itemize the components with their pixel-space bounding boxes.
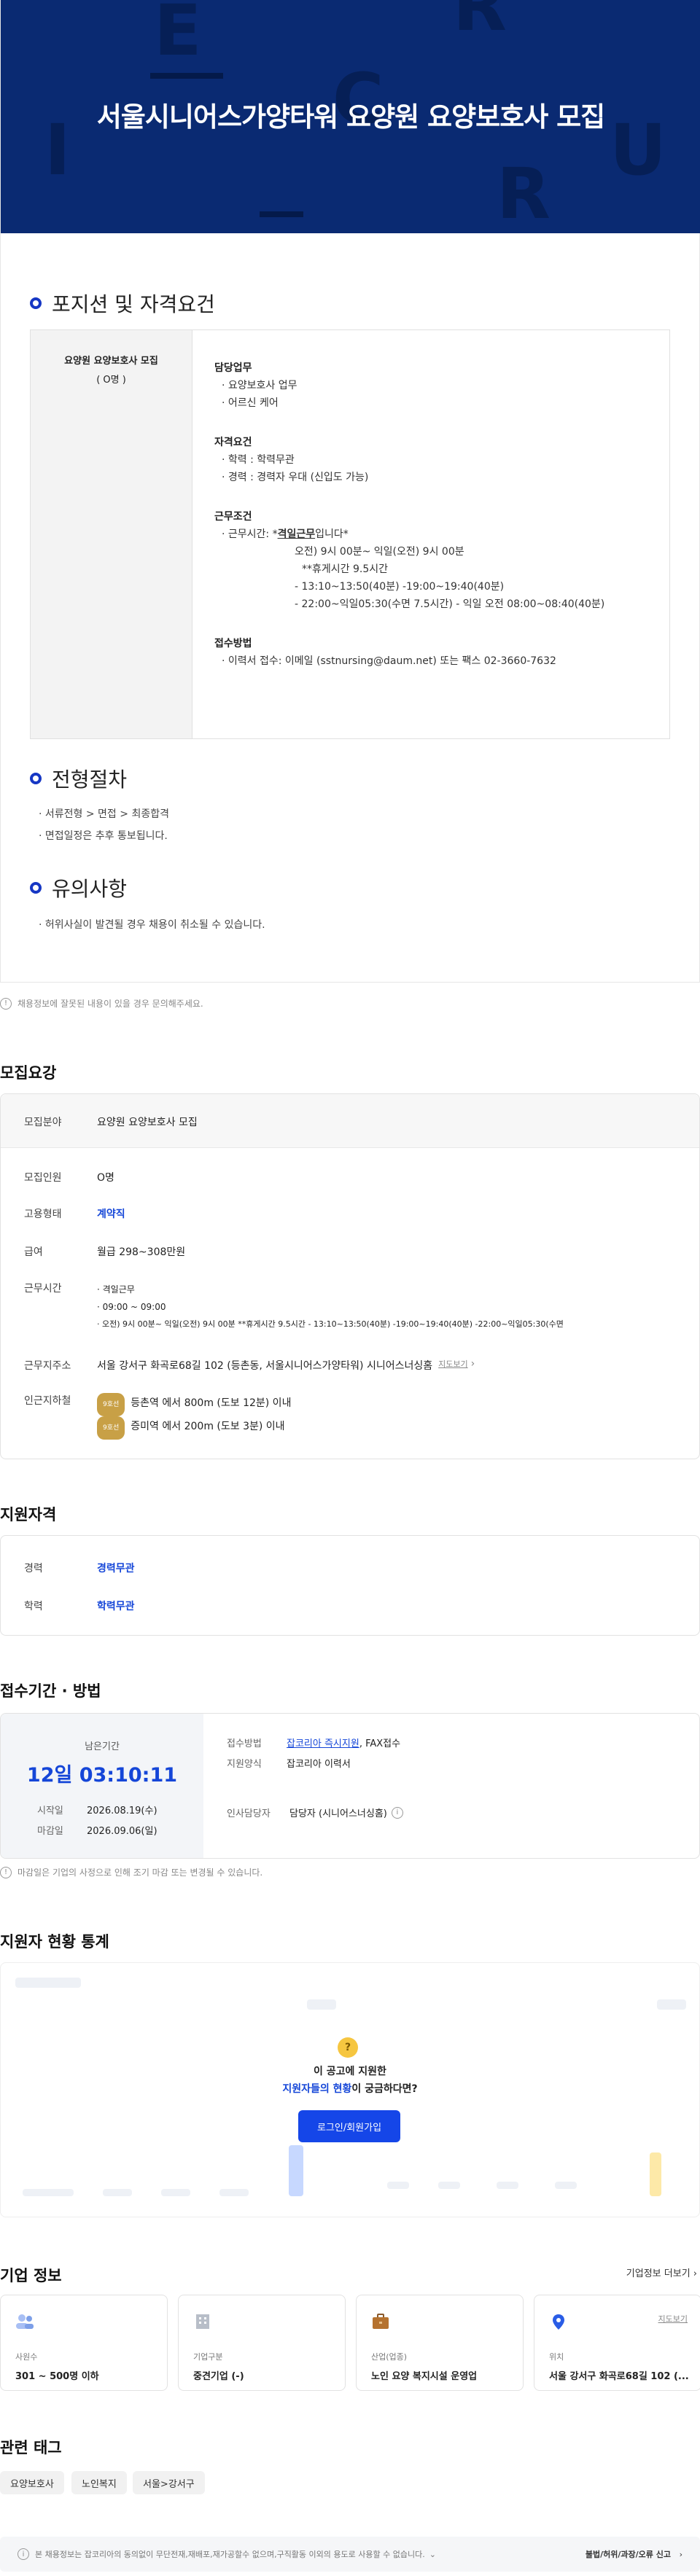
list-item: · 경력 : 경력자 우대 (신입도 가능) [222, 472, 369, 483]
summary-field-row: 모집분야 요양원 요양보호사 모집 [24, 1117, 198, 1128]
list-item: · 요양보호사 업무 [222, 380, 298, 391]
company-card-employees: 사원수 301 ~ 500명 이하 [0, 2295, 168, 2391]
summary-title: 모집요강 [0, 1064, 57, 1082]
apply-now-link[interactable]: 잡코리아 즉시지원 [287, 1738, 359, 1749]
tag-chip[interactable]: 노인복지 [71, 2471, 127, 2494]
tag-chip[interactable]: 서울>강서구 [133, 2471, 205, 2494]
report-button[interactable]: 불법/허위/과장/오류 신고 [586, 2548, 671, 2560]
position-detail-cell: 담당업무 · 요양보호사 업무 · 어르신 케어 자격요건 · 학력 : 학력무… [214, 359, 604, 670]
summary-card: 모집분야 요양원 요양보호사 모집 모집인원 O명 고용형태 계약직 급여 월급 298… [0, 1093, 700, 1459]
tag-chip[interactable]: 요양보호사 [0, 2471, 64, 2494]
banner-deco-letter: E [154, 0, 202, 71]
summary-subway-row: 인근지하철 9호선 등촌역 에서 800m (도보 12분) 이내 9호선 증미역 … [24, 1393, 291, 1440]
map-link[interactable]: 지도보기 [438, 1358, 467, 1373]
education-row: 학력 학력무관 [24, 1601, 135, 1612]
banner-deco-letter: R [497, 153, 551, 233]
banner-deco-bar [150, 73, 223, 79]
list-item: - 13:10~13:50(40분) -19:00~19:40(40분) [295, 581, 505, 593]
banner-deco-letter: R [453, 0, 507, 47]
pin-icon [553, 2314, 564, 2330]
process-list: · 서류전형 > 면접 > 최종합격 · 면접일정은 추후 통보됩니다. [39, 808, 169, 842]
company-card-industry: 산업(업종) 노인 요양 복지시설 운영업 [356, 2295, 524, 2391]
subway-line-badge: 9호선 [97, 1416, 125, 1440]
summary-pay-row: 급여 월급 298~308만원 [24, 1246, 186, 1258]
position-name-cell: 요양원 요양보호사 모집 ( O명 ) [31, 330, 192, 738]
tags-title: 관련 태그 [0, 2439, 62, 2456]
banner-deco-bar [260, 211, 303, 217]
summary-count-row: 모집인원 O명 [24, 1172, 114, 1184]
login-button[interactable]: 로그인/회원가입 [298, 2110, 400, 2142]
building-icon [196, 2314, 209, 2329]
career-row: 경력 경력무관 [24, 1563, 135, 1574]
section-title-caution: 유의사항 [30, 873, 127, 902]
deadline-notice: ! 마감일은 기업의 사정으로 인해 조기 마감 또는 변경될 수 있습니다. [0, 1866, 262, 1878]
caution-list: · 허위사실이 발견될 경우 채용이 취소될 수 있습니다. [39, 919, 265, 931]
copyright-notice: i 본 채용정보는 잡코리아의 동의없이 무단전재,재배포,재가공할수 없으며,… [0, 2537, 700, 2572]
list-item: - 22:00~익일05:30(수면 7.5시간) - 익일 오전 08:00~… [295, 598, 605, 610]
info-icon: ! [0, 1866, 12, 1878]
chevron-right-icon: › [470, 1358, 475, 1370]
deadline-title: 접수기간 · 방법 [0, 1682, 101, 1700]
stats-title: 지원자 현황 통계 [0, 1933, 109, 1951]
info-icon: ! [0, 997, 12, 1010]
company-card-location: 지도보기 위치 서울 강서구 화곡로68길 102 (... [534, 2295, 700, 2391]
summary-time-row: 근무시간 · 격일근무 · 09:00 ~ 09:00 · 오전) 9시 00분… [24, 1283, 564, 1329]
company-title: 기업 정보 [0, 2267, 62, 2284]
map-link[interactable]: 지도보기 [658, 2313, 688, 2325]
list-item: · 학력 : 학력무관 [222, 454, 295, 466]
bullet-ring-icon [30, 882, 42, 894]
deadline-card: 남은기간 12일 03:10:11 시작일 2026.08.19(수) 마감일 … [0, 1713, 700, 1859]
list-item: · 어르신 케어 [222, 397, 279, 409]
section-title-position: 포지션 및 자격요건 [30, 289, 215, 318]
summary-type-row: 고용형태 계약직 [24, 1209, 125, 1220]
stats-card: ? 이 공고에 지원한 지원자들의 현황이 궁금하다면? 로그인/회원가입 [0, 1962, 700, 2217]
header-banner: E R C I U R 서울시니어스가양타워 요양원 요양보호사 모집 [1, 0, 700, 233]
bullet-ring-icon [30, 297, 42, 309]
subway-line-badge: 9호선 [97, 1393, 125, 1416]
info-icon: i [18, 2548, 29, 2560]
summary-address-row: 근무지주소 서울 강서구 화곡로68길 102 (등촌동, 서울시니어스가양타워… [24, 1358, 475, 1373]
list-item: · 이력서 접수: 이메일 (sstnursing@daum.net) 또는 팩… [222, 655, 556, 667]
question-emoji-icon: ? [338, 2037, 358, 2058]
job-description: E R C I U R 서울시니어스가양타워 요양원 요양보호사 모집 포지션 … [0, 0, 700, 983]
qualification-card: 경력 경력무관 학력 학력무관 [0, 1535, 700, 1636]
position-table: 요양원 요양보호사 모집 ( O명 ) 담당업무 · 요양보호사 업무 · 어르… [30, 329, 670, 739]
list-item: · 근무시간: *격일근무입니다* [222, 528, 349, 540]
qualification-title: 지원자격 [0, 1506, 57, 1523]
company-more-link[interactable]: 기업정보 더보기 › [626, 2265, 697, 2279]
chevron-down-icon[interactable]: ⌄ [429, 2550, 436, 2559]
report-notice[interactable]: ! 채용정보에 잘못된 내용이 있을 경우 문의해주세요. [0, 997, 203, 1010]
bullet-ring-icon [30, 773, 42, 784]
company-card-type: 기업구분 중견기업 (-) [178, 2295, 346, 2391]
chevron-right-icon: › [679, 2549, 682, 2559]
remaining-time: 12일 03:10:11 [26, 1764, 178, 1787]
people-icon [16, 2314, 34, 2329]
list-item: 오전) 9시 00분~ 익일(오전) 9시 00분 [295, 546, 464, 558]
section-title-process: 전형절차 [30, 764, 127, 793]
briefcase-icon [373, 2314, 389, 2329]
info-icon[interactable]: i [391, 1806, 403, 1819]
list-item: **휴게시간 9.5시간 [302, 563, 388, 575]
job-title: 서울시니어스가양타워 요양원 요양보호사 모집 [96, 101, 605, 133]
